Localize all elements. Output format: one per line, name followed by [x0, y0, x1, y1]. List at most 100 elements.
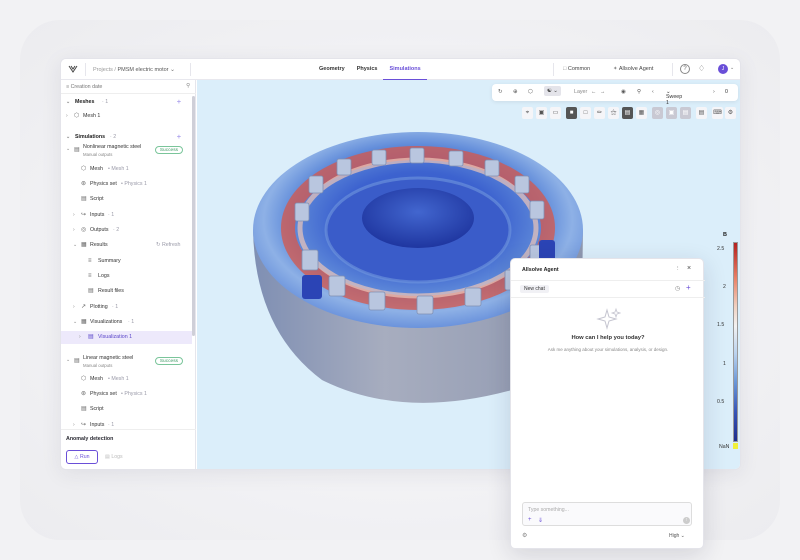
tree-item-script[interactable]: ▤ Script — [61, 403, 192, 416]
mesh-icon: ⬡ — [81, 376, 87, 382]
effort-select[interactable]: High ⌄ — [669, 533, 685, 539]
breadcrumb-projects[interactable]: Projects — [93, 67, 113, 73]
document-icon: ▤ — [74, 358, 80, 364]
tree-item-results[interactable]: ⌄ ▦ Results ↻ Refresh — [61, 239, 192, 252]
sidebar-scrollbar[interactable] — [192, 96, 195, 336]
chevron-right-icon[interactable]: › — [73, 419, 75, 429]
tree-item-script[interactable]: ▤ Script — [61, 193, 192, 206]
run-button[interactable]: △ Run — [66, 450, 98, 464]
chevron-down-icon[interactable]: ⌄ — [730, 65, 734, 71]
send-icon[interactable]: ↑ — [683, 517, 690, 524]
meshes-section[interactable]: ⌄ Meshes · 1 + — [61, 96, 192, 109]
tree-item-inputs[interactable]: › ↪ Inputs · 1 — [61, 419, 192, 429]
bell-icon[interactable]: ♢ — [698, 64, 705, 73]
chevron-right-icon[interactable]: › — [79, 331, 81, 344]
colorbar-tick: 1.5 — [717, 322, 725, 328]
visualization-icon: ▦ — [81, 319, 87, 325]
tree-item-inputs[interactable]: › ↪ Inputs · 1 — [61, 209, 192, 222]
tree-item-logs[interactable]: ≡ Logs — [61, 270, 192, 283]
add-attachment-icon[interactable]: + — [528, 517, 532, 523]
chevron-down-icon[interactable]: ⌄ — [170, 67, 175, 73]
chevron-down-icon[interactable]: ⌄ — [66, 96, 70, 109]
chevron-right-icon[interactable]: › — [73, 301, 75, 314]
tree-item-visualizations[interactable]: ⌄ ▦ Visualizations · 1 — [61, 316, 192, 329]
anomaly-detection-panel: Anomaly detection △ Run ▤ Logs — [61, 429, 196, 469]
logs-button[interactable]: ▤ Logs — [105, 450, 123, 464]
mesh-reference: • Mesh 1 — [108, 166, 129, 172]
agent-button[interactable]: ✦ Allsolve Agent — [613, 66, 653, 72]
breadcrumb: Projects / PMSM electric motor ⌄ — [93, 66, 175, 73]
close-icon[interactable]: × — [687, 265, 691, 272]
chevron-down-icon[interactable]: ⌄ — [73, 239, 77, 252]
welcome-hint: Ask me anything about your simulations, … — [547, 347, 669, 352]
results-icon: ▦ — [81, 242, 87, 248]
tree-item-physics-set[interactable]: ⊛ Physics set • Physics 1 — [61, 178, 192, 191]
tree-item-visualization-1[interactable]: › ▤ Visualization 1 — [61, 331, 192, 344]
visualization-icon: ▤ — [88, 334, 94, 340]
common-button[interactable]: □ Common — [563, 66, 590, 72]
divider — [190, 63, 191, 76]
chat-tabs: New chat ◷ + — [511, 281, 705, 298]
breadcrumb-separator: / — [114, 67, 116, 73]
tree-item-plotting[interactable]: › ↗ Plotting · 1 — [61, 301, 192, 314]
mesh-icon: ⬡ — [81, 166, 87, 172]
output-icon: ◎ — [81, 227, 87, 233]
chevron-down-icon[interactable]: ⌄ — [66, 143, 70, 156]
chevron-right-icon[interactable]: › — [73, 209, 75, 222]
tree-item-outputs[interactable]: › ◎ Outputs · 2 — [61, 224, 192, 237]
document-icon: ▤ — [74, 147, 80, 153]
more-vertical-icon[interactable]: ⋮ — [675, 266, 680, 272]
tree-item-physics-set[interactable]: ⊛ Physics set • Physics 1 — [61, 388, 192, 401]
chevron-right-icon[interactable]: › — [66, 110, 68, 123]
tree-item-simulation-1[interactable]: ⌄ ▤ Nonlinear magnetic steel Manual outp… — [61, 144, 192, 160]
nan-label: NaN — [719, 444, 730, 450]
tree-item-summary[interactable]: ≡ Summary — [61, 255, 192, 268]
divider — [85, 63, 86, 76]
chat-header: Allsolve Agent ⋮ × — [511, 259, 705, 281]
summary-icon: ≡ — [88, 258, 92, 264]
tree-item-result-files[interactable]: ▤ Result files — [61, 285, 192, 298]
new-chat-tab[interactable]: New chat — [520, 285, 549, 293]
chevron-down-icon[interactable]: ⌄ — [66, 354, 70, 367]
chat-input[interactable]: Type something... — [528, 507, 569, 513]
sparkle-icon — [596, 307, 621, 330]
sort-filter[interactable]: ≡ Creation date ⚲ — [61, 80, 196, 94]
chat-input-box[interactable]: Type something... + ⇓ ↑ — [522, 502, 692, 526]
script-icon: ▤ — [81, 196, 87, 202]
plot-icon: ↗ — [81, 304, 87, 310]
sparkle-icon: ✦ — [613, 66, 618, 72]
status-badge: Success — [154, 146, 183, 154]
chevron-right-icon[interactable]: › — [73, 224, 75, 237]
tab-geometry[interactable]: Geometry — [313, 59, 351, 80]
colorbar-title: B — [723, 232, 727, 238]
avatar[interactable]: J — [718, 64, 728, 74]
physics-reference: • Physics 1 — [121, 391, 147, 397]
warning-icon: △ — [74, 454, 79, 460]
history-icon[interactable]: ◷ — [675, 285, 680, 292]
mesh-reference: • Mesh 1 — [108, 376, 129, 382]
files-icon: ▤ — [88, 288, 94, 294]
help-circle-icon[interactable]: ? — [680, 64, 690, 74]
microphone-icon[interactable]: ⇓ — [538, 517, 543, 524]
app-logo-icon[interactable] — [68, 64, 78, 74]
agent-chat-panel: Allsolve Agent ⋮ × New chat ◷ + How can … — [510, 258, 705, 549]
sort-icon: ≡ — [66, 84, 70, 90]
tree-item-mesh[interactable]: ⬡ Mesh • Mesh 1 — [61, 163, 192, 176]
chevron-down-icon[interactable]: ⌄ — [73, 316, 77, 329]
colorbar-tick: 2 — [723, 284, 726, 290]
input-icon: ↪ — [81, 212, 87, 218]
tab-simulations[interactable]: Simulations — [383, 59, 427, 80]
search-icon[interactable]: ⚲ — [186, 83, 190, 89]
tree-item-mesh[interactable]: ⬡ Mesh • Mesh 1 — [61, 373, 192, 386]
refresh-button[interactable]: ↻ Refresh — [156, 239, 180, 252]
tab-physics[interactable]: Physics — [351, 59, 384, 80]
tree-item-simulation-2[interactable]: ⌄ ▤ Linear magnetic steel Manual outputs… — [61, 355, 192, 371]
project-name[interactable]: PMSM electric motor — [117, 67, 168, 73]
tree-item-mesh-1[interactable]: › ⬡ Mesh 1 — [61, 110, 192, 123]
add-mesh-icon[interactable]: + — [177, 96, 181, 109]
settings-icon[interactable]: ⚙ — [522, 532, 527, 539]
divider — [672, 63, 673, 76]
add-chat-icon[interactable]: + — [686, 283, 691, 292]
add-simulation-icon[interactable]: + — [177, 131, 181, 144]
project-tree: ⌄ Meshes · 1 + › ⬡ Mesh 1 ⌄ Simulations … — [61, 94, 192, 429]
